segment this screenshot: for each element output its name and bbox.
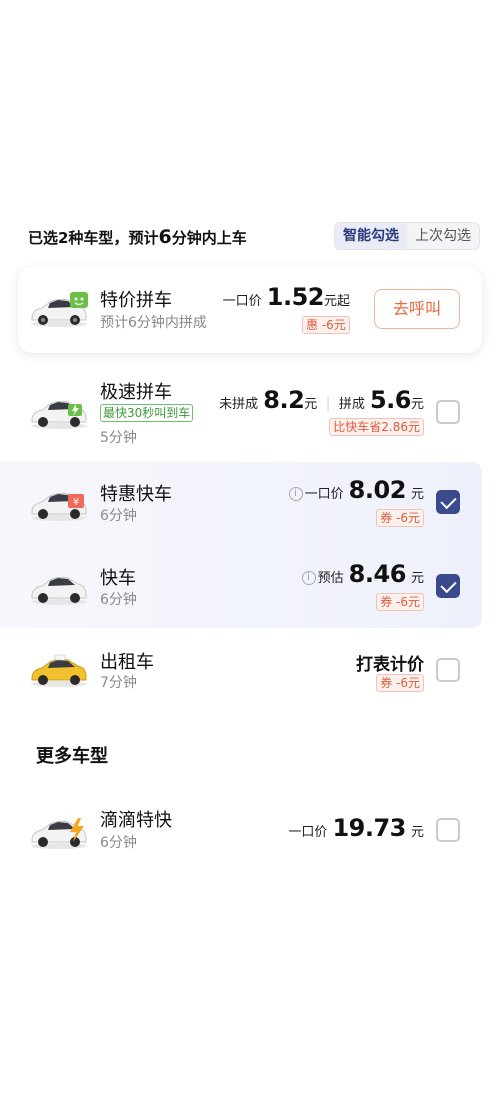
more-rides-heading: 更多车型	[36, 742, 108, 768]
info-icon[interactable]: i	[301, 571, 316, 585]
car-express-pool-icon	[31, 400, 87, 429]
ride-price: i 预估 8.46 元	[301, 560, 424, 588]
tab-smart-select[interactable]: 智能勾选	[335, 223, 407, 249]
ride-eta: 6分钟	[100, 592, 137, 608]
ride-name: 出租车	[100, 652, 154, 673]
ride-row-discount-express[interactable]: ¥ 特惠快车 6分钟 i 一口价 8.02 元 券 -6元	[0, 466, 500, 546]
selection-header: 已选2种车型，预计6分钟内上车 智能勾选 上次勾选	[28, 222, 480, 252]
ride-name: 快车	[100, 568, 136, 589]
ride-checkbox-checked[interactable]	[436, 490, 460, 514]
ride-checkbox[interactable]	[436, 818, 460, 842]
ride-name: 极速拼车	[100, 382, 172, 403]
tab-last-select[interactable]: 上次勾选	[407, 223, 479, 249]
ride-name: 特惠快车	[100, 484, 172, 505]
coupon-badge: 券 -6元	[376, 674, 424, 692]
ride-eta: 5分钟	[100, 430, 137, 446]
ride-eta: 6分钟	[100, 508, 137, 524]
taxi-icon	[31, 654, 87, 687]
featured-coupon-badge: 惠 -6元	[302, 316, 350, 334]
ride-price: i 一口价 8.02 元	[288, 476, 424, 504]
car-premium-icon	[31, 818, 87, 849]
ride-row-taxi[interactable]: 出租车 7分钟 打表计价 券 -6元	[0, 634, 500, 714]
ride-row-premium-express[interactable]: 滴滴特快 6分钟 一口价 19.73 元	[0, 798, 500, 868]
car-pool-icon	[31, 292, 88, 327]
ride-row-express-pool[interactable]: 极速拼车 最快30秒叫到车 5分钟 未拼成 8.2元 | 拼成 5.6元 比快车…	[0, 370, 500, 450]
ride-row-express[interactable]: 快车 6分钟 i 预估 8.46 元 券 -6元	[0, 550, 500, 630]
savings-badge: 比快车省2.86元	[329, 418, 424, 436]
selection-mode-toggle: 智能勾选 上次勾选	[334, 222, 480, 250]
featured-price: 一口价 1.52元起	[222, 283, 350, 311]
car-discount-icon: ¥	[31, 492, 87, 521]
info-icon[interactable]: i	[288, 487, 303, 501]
selection-summary: 已选2种车型，预计6分钟内上车	[28, 226, 247, 248]
ride-price: 打表计价	[356, 655, 424, 675]
call-button[interactable]: 去呼叫	[374, 289, 460, 329]
svg-text:¥: ¥	[73, 497, 79, 508]
ride-checkbox[interactable]	[436, 658, 460, 682]
ride-price: 未拼成 8.2元 | 拼成 5.6元	[219, 386, 424, 414]
ride-price: 一口价 19.73 元	[288, 814, 424, 842]
car-icon	[31, 576, 87, 605]
ride-eta: 6分钟	[100, 835, 137, 851]
coupon-badge: 券 -6元	[376, 593, 424, 611]
featured-ride-name: 特价拼车	[100, 290, 172, 311]
ride-checkbox[interactable]	[436, 400, 460, 424]
ride-eta: 7分钟	[100, 675, 137, 691]
coupon-badge: 券 -6元	[376, 509, 424, 527]
fast-pickup-tag: 最快30秒叫到车	[100, 404, 194, 422]
ride-checkbox-checked[interactable]	[436, 574, 460, 598]
ride-name: 滴滴特快	[100, 810, 172, 831]
featured-ride-sub: 预计6分钟内拼成	[100, 315, 207, 331]
